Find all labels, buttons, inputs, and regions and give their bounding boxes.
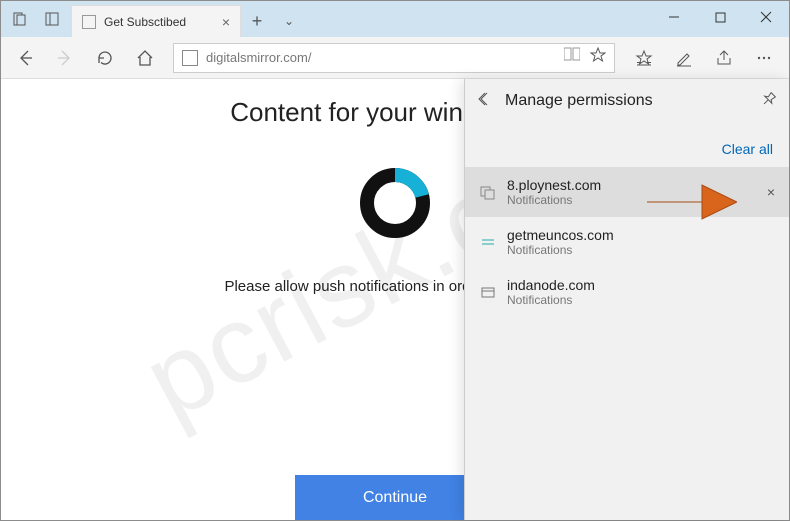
permissions-list: 8.ploynest.com Notifications × getmeunco… <box>465 167 789 317</box>
share-icon[interactable] <box>705 40 743 76</box>
panel-actions: Clear all <box>465 123 789 167</box>
address-bar[interactable]: digitalsmirror.com/ <box>173 43 615 73</box>
permission-domain: getmeuncos.com <box>507 227 614 243</box>
urlbar-right <box>564 47 606 68</box>
minimize-button[interactable] <box>651 1 697 33</box>
annotation-arrow-icon <box>647 177 737 232</box>
tab-actions-button[interactable] <box>5 5 35 33</box>
favorite-star-icon[interactable] <box>590 47 606 68</box>
new-tab-button[interactable]: + <box>241 5 273 37</box>
reading-view-icon[interactable] <box>564 47 580 68</box>
notes-icon[interactable] <box>665 40 703 76</box>
tab-title: Get Subsctibed <box>104 15 214 29</box>
browser-tab[interactable]: Get Subsctibed × <box>71 5 241 37</box>
permission-text: indanode.com Notifications <box>507 277 595 307</box>
permission-text: getmeuncos.com Notifications <box>507 227 614 257</box>
browser-window: Get Subsctibed × + ⌄ digitalsmirror.com/ <box>0 0 790 521</box>
toolbar-right <box>625 40 783 76</box>
site-icon <box>479 183 497 201</box>
refresh-button[interactable] <box>87 40 123 76</box>
permission-remove-icon[interactable]: × <box>767 184 775 200</box>
permission-sub: Notifications <box>507 243 614 257</box>
panel-title: Manage permissions <box>505 92 749 110</box>
more-icon[interactable] <box>745 40 783 76</box>
permission-sub: Notifications <box>507 293 595 307</box>
pin-icon[interactable] <box>761 91 777 112</box>
favorites-icon[interactable] <box>625 40 663 76</box>
loading-ring-icon <box>356 164 434 242</box>
tab-favicon <box>82 15 96 29</box>
clear-all-link[interactable]: Clear all <box>722 141 773 157</box>
site-info-icon[interactable] <box>182 50 198 66</box>
titlebar-left-buttons <box>1 1 71 37</box>
tab-close-icon[interactable]: × <box>222 14 230 30</box>
window-controls <box>651 1 789 37</box>
url-text: digitalsmirror.com/ <box>206 50 564 65</box>
permission-domain: 8.ploynest.com <box>507 177 601 193</box>
permission-domain: indanode.com <box>507 277 595 293</box>
tab-chevron-down-icon[interactable]: ⌄ <box>273 5 305 37</box>
permission-item[interactable]: 8.ploynest.com Notifications × <box>465 167 789 217</box>
permission-item[interactable]: indanode.com Notifications <box>465 267 789 317</box>
titlebar: Get Subsctibed × + ⌄ <box>1 1 789 37</box>
panel-header: Manage permissions <box>465 79 789 123</box>
set-aside-button[interactable] <box>37 5 67 33</box>
permission-item[interactable]: getmeuncos.com Notifications <box>465 217 789 267</box>
maximize-button[interactable] <box>697 1 743 33</box>
toolbar: digitalsmirror.com/ <box>1 37 789 79</box>
permissions-panel: Manage permissions Clear all 8.ploynest.… <box>464 79 789 520</box>
forward-button[interactable] <box>47 40 83 76</box>
site-icon <box>479 233 497 251</box>
site-icon <box>479 283 497 301</box>
home-button[interactable] <box>127 40 163 76</box>
close-window-button[interactable] <box>743 1 789 33</box>
panel-back-icon[interactable] <box>477 91 493 112</box>
permission-text: 8.ploynest.com Notifications <box>507 177 601 207</box>
back-button[interactable] <box>7 40 43 76</box>
permission-sub: Notifications <box>507 193 601 207</box>
